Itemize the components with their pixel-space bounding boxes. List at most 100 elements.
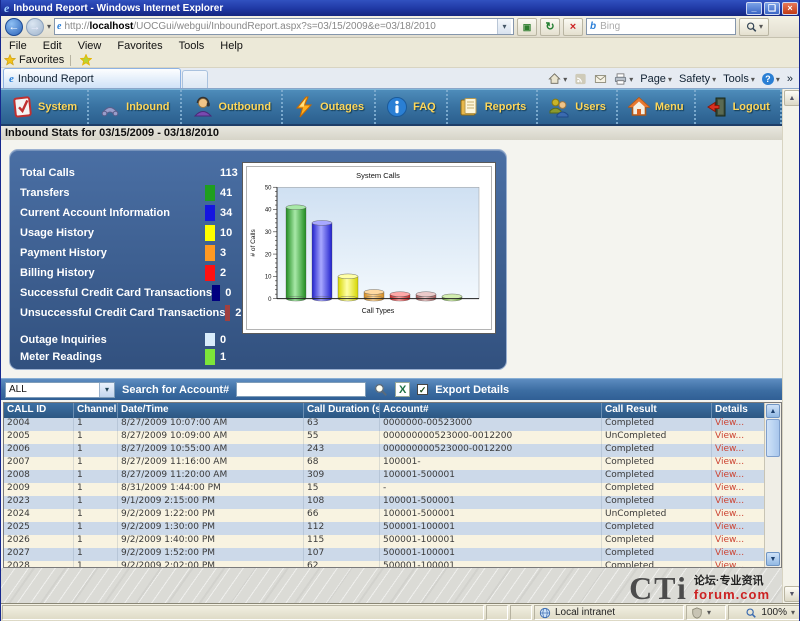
logout-door-icon	[706, 96, 728, 118]
stop-button[interactable]: ×	[563, 18, 583, 36]
view-details-link[interactable]: View...	[712, 457, 766, 470]
nav-item-reports[interactable]: Reports	[448, 90, 539, 124]
menu-item-view[interactable]: View	[70, 40, 110, 52]
stat-row: Total Calls113	[20, 163, 250, 183]
back-button[interactable]: ←	[5, 18, 23, 36]
lightning-icon	[293, 96, 315, 118]
users-icon	[548, 96, 570, 118]
table-cell: 9/2/2009 1:22:00 PM	[118, 509, 304, 522]
svg-text:30: 30	[265, 230, 272, 236]
tools-menu-button[interactable]: Tools▾	[723, 73, 755, 85]
search-input[interactable]: b Bing	[586, 18, 736, 35]
status-cell	[510, 605, 532, 620]
view-details-link[interactable]: View...	[712, 509, 766, 522]
view-details-link[interactable]: View...	[712, 483, 766, 496]
export-details-label: Export Details	[435, 384, 509, 396]
zoom-control[interactable]: 100% ▾	[728, 605, 800, 620]
stat-color-chip	[205, 205, 215, 221]
info-icon	[386, 96, 408, 118]
search-options-icon[interactable]: ▾	[759, 22, 763, 31]
view-details-link[interactable]: View...	[712, 522, 766, 535]
nav-item-logout[interactable]: Logout	[696, 90, 782, 124]
tab-inbound-report[interactable]: e Inbound Report	[3, 68, 181, 88]
stat-color-chip	[205, 265, 215, 281]
call-type-dropdown[interactable]: ALL ▾	[5, 382, 115, 398]
dropdown-arrow-icon[interactable]: ▾	[99, 383, 114, 397]
menu-item-tools[interactable]: Tools	[171, 40, 213, 52]
export-excel-icon[interactable]: X	[395, 382, 410, 397]
browser-window: e Inbound Report - Windows Internet Expl…	[0, 0, 800, 621]
view-details-link[interactable]: View...	[712, 496, 766, 509]
search-placeholder: Bing	[600, 21, 620, 32]
protected-mode-cell[interactable]: ▾	[686, 605, 726, 620]
tab-row: e Inbound Report ▾ ▾ Page▾ Safety▾ Tools…	[1, 68, 800, 89]
page-menu-button[interactable]: Page▾	[640, 73, 672, 85]
chart-frame: System Calls01020304050# of CallsCall Ty…	[242, 162, 496, 334]
table-scrollbar[interactable]: ▲ ▼	[764, 403, 781, 567]
safety-menu-button[interactable]: Safety▾	[679, 73, 716, 85]
toolbar-overflow-chevron[interactable]: »	[787, 73, 793, 85]
new-tab-stub[interactable]	[182, 70, 208, 88]
view-details-link[interactable]: View...	[712, 535, 766, 548]
history-dropdown-icon[interactable]: ▾	[47, 22, 51, 31]
table-cell: 9/2/2009 2:02:00 PM	[118, 561, 304, 568]
nav-item-menu[interactable]: Menu	[618, 90, 696, 124]
view-details-link[interactable]: View...	[712, 431, 766, 444]
restore-button[interactable]: ❏	[764, 2, 780, 15]
nav-item-users[interactable]: Users	[538, 90, 618, 124]
favorites-button[interactable]: Favorites	[19, 54, 64, 66]
add-favorite-icon[interactable]	[80, 54, 92, 66]
view-details-link[interactable]: View...	[712, 548, 766, 561]
account-search-input[interactable]	[236, 382, 366, 397]
view-details-link[interactable]: View...	[712, 470, 766, 483]
search-button[interactable]: ▾	[739, 18, 769, 36]
view-details-link[interactable]: View...	[712, 561, 766, 568]
menu-item-help[interactable]: Help	[212, 40, 251, 52]
nav-label: Inbound	[126, 101, 169, 113]
scroll-down-icon[interactable]: ▼	[766, 552, 780, 566]
table-row: 200618/27/2009 10:55:00 AM24300000000052…	[4, 444, 781, 457]
nav-item-faq[interactable]: FAQ	[376, 90, 448, 124]
nav-item-outbound[interactable]: Outbound	[182, 90, 284, 124]
url-dropdown-icon[interactable]: ▾	[497, 19, 511, 34]
view-details-link[interactable]: View...	[712, 418, 766, 431]
table-cell: 1	[74, 561, 118, 568]
export-details-checkbox[interactable]: ✓	[417, 384, 428, 395]
search-account-icon[interactable]	[373, 382, 388, 397]
nav-item-system[interactable]: System	[1, 90, 89, 124]
nav-item-inbound[interactable]: Inbound	[89, 90, 181, 124]
home-button[interactable]: ▾	[548, 73, 567, 85]
stat-label: Unsuccessful Credit Card Transactions	[20, 307, 225, 319]
stat-label: Current Account Information	[20, 207, 205, 219]
nav-item-outages[interactable]: Outages	[283, 90, 376, 124]
page-scroll-down-icon[interactable]: ▼	[784, 586, 800, 602]
print-button[interactable]: ▾	[614, 73, 633, 85]
url-field[interactable]: e http://localhost/UOCGui/webgui/Inbound…	[54, 18, 514, 35]
scroll-up-icon[interactable]: ▲	[766, 404, 780, 418]
column-header-5: Call Result	[602, 403, 712, 418]
menu-item-edit[interactable]: Edit	[35, 40, 70, 52]
svg-text:# of Calls: # of Calls	[250, 229, 257, 257]
feeds-button[interactable]	[574, 73, 587, 85]
compatibility-view-button[interactable]: ▣	[517, 18, 537, 36]
minimize-button[interactable]: _	[746, 2, 762, 15]
menu-item-file[interactable]: File	[1, 40, 35, 52]
filter-bar: ALL ▾ Search for Account# X ✓ Export Det…	[1, 378, 782, 400]
scrollbar-thumb[interactable]	[766, 419, 780, 457]
stats-panel: Total Calls113Transfers41Current Account…	[9, 149, 507, 370]
view-details-link[interactable]: View...	[712, 444, 766, 457]
table-cell: 112	[304, 522, 380, 535]
close-button[interactable]: ×	[782, 2, 798, 15]
page-scroll-up-icon[interactable]: ▲	[784, 90, 800, 106]
help-button[interactable]: ?▾	[762, 73, 780, 85]
read-mail-button[interactable]	[594, 73, 607, 85]
table-cell: 2009	[4, 483, 74, 496]
nav-label: Logout	[733, 101, 770, 113]
forward-button[interactable]: →	[26, 18, 44, 36]
column-header-3: Call Duration (sec)	[304, 403, 380, 418]
table-cell: 100001-500001	[380, 496, 602, 509]
stat-row: Outage Inquiries0	[20, 332, 250, 347]
page-scrollbar[interactable]: ▲ ▼	[782, 89, 800, 603]
menu-item-favorites[interactable]: Favorites	[109, 40, 170, 52]
refresh-button[interactable]: ↻	[540, 18, 560, 36]
